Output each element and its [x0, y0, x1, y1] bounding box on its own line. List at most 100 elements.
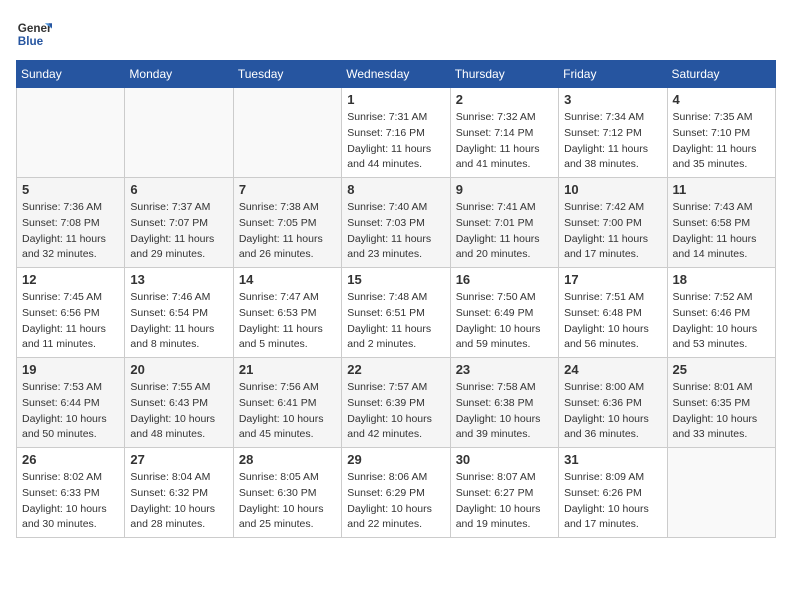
- day-info: Sunrise: 8:06 AMSunset: 6:29 PMDaylight:…: [347, 471, 432, 530]
- calendar-cell: 16 Sunrise: 7:50 AMSunset: 6:49 PMDaylig…: [450, 268, 558, 358]
- day-info: Sunrise: 7:47 AMSunset: 6:53 PMDaylight:…: [239, 291, 323, 350]
- weekday-header: Monday: [125, 61, 233, 88]
- calendar-cell: 3 Sunrise: 7:34 AMSunset: 7:12 PMDayligh…: [559, 88, 667, 178]
- day-number: 12: [22, 272, 119, 287]
- weekday-header: Thursday: [450, 61, 558, 88]
- calendar-cell: [233, 88, 341, 178]
- calendar-cell: 10 Sunrise: 7:42 AMSunset: 7:00 PMDaylig…: [559, 178, 667, 268]
- day-info: Sunrise: 7:43 AMSunset: 6:58 PMDaylight:…: [673, 201, 757, 260]
- day-number: 18: [673, 272, 770, 287]
- page-header: General Blue: [16, 16, 776, 52]
- calendar-cell: 5 Sunrise: 7:36 AMSunset: 7:08 PMDayligh…: [17, 178, 125, 268]
- day-info: Sunrise: 7:45 AMSunset: 6:56 PMDaylight:…: [22, 291, 106, 350]
- day-info: Sunrise: 7:36 AMSunset: 7:08 PMDaylight:…: [22, 201, 106, 260]
- calendar-week-row: 1 Sunrise: 7:31 AMSunset: 7:16 PMDayligh…: [17, 88, 776, 178]
- day-info: Sunrise: 8:04 AMSunset: 6:32 PMDaylight:…: [130, 471, 215, 530]
- calendar-week-row: 19 Sunrise: 7:53 AMSunset: 6:44 PMDaylig…: [17, 358, 776, 448]
- day-info: Sunrise: 7:46 AMSunset: 6:54 PMDaylight:…: [130, 291, 214, 350]
- day-number: 19: [22, 362, 119, 377]
- day-number: 27: [130, 452, 227, 467]
- day-info: Sunrise: 7:56 AMSunset: 6:41 PMDaylight:…: [239, 381, 324, 440]
- weekday-header: Saturday: [667, 61, 775, 88]
- day-number: 8: [347, 182, 444, 197]
- calendar-week-row: 12 Sunrise: 7:45 AMSunset: 6:56 PMDaylig…: [17, 268, 776, 358]
- calendar-week-row: 26 Sunrise: 8:02 AMSunset: 6:33 PMDaylig…: [17, 448, 776, 538]
- calendar-cell: 27 Sunrise: 8:04 AMSunset: 6:32 PMDaylig…: [125, 448, 233, 538]
- weekday-header: Friday: [559, 61, 667, 88]
- day-info: Sunrise: 7:52 AMSunset: 6:46 PMDaylight:…: [673, 291, 758, 350]
- weekday-header-row: SundayMondayTuesdayWednesdayThursdayFrid…: [17, 61, 776, 88]
- calendar-cell: 7 Sunrise: 7:38 AMSunset: 7:05 PMDayligh…: [233, 178, 341, 268]
- day-number: 24: [564, 362, 661, 377]
- day-info: Sunrise: 7:53 AMSunset: 6:44 PMDaylight:…: [22, 381, 107, 440]
- day-number: 21: [239, 362, 336, 377]
- day-info: Sunrise: 7:48 AMSunset: 6:51 PMDaylight:…: [347, 291, 431, 350]
- day-number: 31: [564, 452, 661, 467]
- day-number: 2: [456, 92, 553, 107]
- day-info: Sunrise: 7:57 AMSunset: 6:39 PMDaylight:…: [347, 381, 432, 440]
- day-number: 10: [564, 182, 661, 197]
- day-number: 3: [564, 92, 661, 107]
- day-number: 23: [456, 362, 553, 377]
- calendar-cell: 29 Sunrise: 8:06 AMSunset: 6:29 PMDaylig…: [342, 448, 450, 538]
- day-info: Sunrise: 8:09 AMSunset: 6:26 PMDaylight:…: [564, 471, 649, 530]
- day-number: 15: [347, 272, 444, 287]
- calendar-cell: 11 Sunrise: 7:43 AMSunset: 6:58 PMDaylig…: [667, 178, 775, 268]
- day-info: Sunrise: 8:00 AMSunset: 6:36 PMDaylight:…: [564, 381, 649, 440]
- calendar-table: SundayMondayTuesdayWednesdayThursdayFrid…: [16, 60, 776, 538]
- day-number: 17: [564, 272, 661, 287]
- day-number: 22: [347, 362, 444, 377]
- logo: General Blue: [16, 16, 52, 52]
- calendar-cell: 15 Sunrise: 7:48 AMSunset: 6:51 PMDaylig…: [342, 268, 450, 358]
- calendar-cell: 24 Sunrise: 8:00 AMSunset: 6:36 PMDaylig…: [559, 358, 667, 448]
- calendar-cell: 12 Sunrise: 7:45 AMSunset: 6:56 PMDaylig…: [17, 268, 125, 358]
- calendar-cell: 23 Sunrise: 7:58 AMSunset: 6:38 PMDaylig…: [450, 358, 558, 448]
- calendar-cell: 2 Sunrise: 7:32 AMSunset: 7:14 PMDayligh…: [450, 88, 558, 178]
- day-number: 26: [22, 452, 119, 467]
- calendar-cell: 19 Sunrise: 7:53 AMSunset: 6:44 PMDaylig…: [17, 358, 125, 448]
- day-number: 13: [130, 272, 227, 287]
- calendar-cell: 14 Sunrise: 7:47 AMSunset: 6:53 PMDaylig…: [233, 268, 341, 358]
- day-info: Sunrise: 7:38 AMSunset: 7:05 PMDaylight:…: [239, 201, 323, 260]
- calendar-cell: 21 Sunrise: 7:56 AMSunset: 6:41 PMDaylig…: [233, 358, 341, 448]
- day-number: 14: [239, 272, 336, 287]
- calendar-cell: 13 Sunrise: 7:46 AMSunset: 6:54 PMDaylig…: [125, 268, 233, 358]
- day-info: Sunrise: 8:01 AMSunset: 6:35 PMDaylight:…: [673, 381, 758, 440]
- calendar-cell: 30 Sunrise: 8:07 AMSunset: 6:27 PMDaylig…: [450, 448, 558, 538]
- day-number: 16: [456, 272, 553, 287]
- day-info: Sunrise: 7:58 AMSunset: 6:38 PMDaylight:…: [456, 381, 541, 440]
- weekday-header: Sunday: [17, 61, 125, 88]
- day-number: 25: [673, 362, 770, 377]
- day-number: 28: [239, 452, 336, 467]
- day-info: Sunrise: 7:55 AMSunset: 6:43 PMDaylight:…: [130, 381, 215, 440]
- day-info: Sunrise: 7:42 AMSunset: 7:00 PMDaylight:…: [564, 201, 648, 260]
- weekday-header: Wednesday: [342, 61, 450, 88]
- day-number: 20: [130, 362, 227, 377]
- day-number: 7: [239, 182, 336, 197]
- day-info: Sunrise: 8:07 AMSunset: 6:27 PMDaylight:…: [456, 471, 541, 530]
- calendar-cell: 9 Sunrise: 7:41 AMSunset: 7:01 PMDayligh…: [450, 178, 558, 268]
- day-info: Sunrise: 7:31 AMSunset: 7:16 PMDaylight:…: [347, 111, 431, 170]
- day-number: 29: [347, 452, 444, 467]
- day-info: Sunrise: 7:40 AMSunset: 7:03 PMDaylight:…: [347, 201, 431, 260]
- calendar-week-row: 5 Sunrise: 7:36 AMSunset: 7:08 PMDayligh…: [17, 178, 776, 268]
- calendar-cell: 31 Sunrise: 8:09 AMSunset: 6:26 PMDaylig…: [559, 448, 667, 538]
- day-number: 4: [673, 92, 770, 107]
- day-info: Sunrise: 8:02 AMSunset: 6:33 PMDaylight:…: [22, 471, 107, 530]
- day-info: Sunrise: 7:34 AMSunset: 7:12 PMDaylight:…: [564, 111, 648, 170]
- day-info: Sunrise: 7:41 AMSunset: 7:01 PMDaylight:…: [456, 201, 540, 260]
- calendar-cell: 8 Sunrise: 7:40 AMSunset: 7:03 PMDayligh…: [342, 178, 450, 268]
- day-info: Sunrise: 7:32 AMSunset: 7:14 PMDaylight:…: [456, 111, 540, 170]
- calendar-cell: 20 Sunrise: 7:55 AMSunset: 6:43 PMDaylig…: [125, 358, 233, 448]
- calendar-cell: [667, 448, 775, 538]
- day-info: Sunrise: 7:35 AMSunset: 7:10 PMDaylight:…: [673, 111, 757, 170]
- day-number: 5: [22, 182, 119, 197]
- logo-icon: General Blue: [16, 16, 52, 52]
- weekday-header: Tuesday: [233, 61, 341, 88]
- calendar-cell: [17, 88, 125, 178]
- calendar-cell: 4 Sunrise: 7:35 AMSunset: 7:10 PMDayligh…: [667, 88, 775, 178]
- day-number: 30: [456, 452, 553, 467]
- day-number: 9: [456, 182, 553, 197]
- day-info: Sunrise: 8:05 AMSunset: 6:30 PMDaylight:…: [239, 471, 324, 530]
- day-info: Sunrise: 7:51 AMSunset: 6:48 PMDaylight:…: [564, 291, 649, 350]
